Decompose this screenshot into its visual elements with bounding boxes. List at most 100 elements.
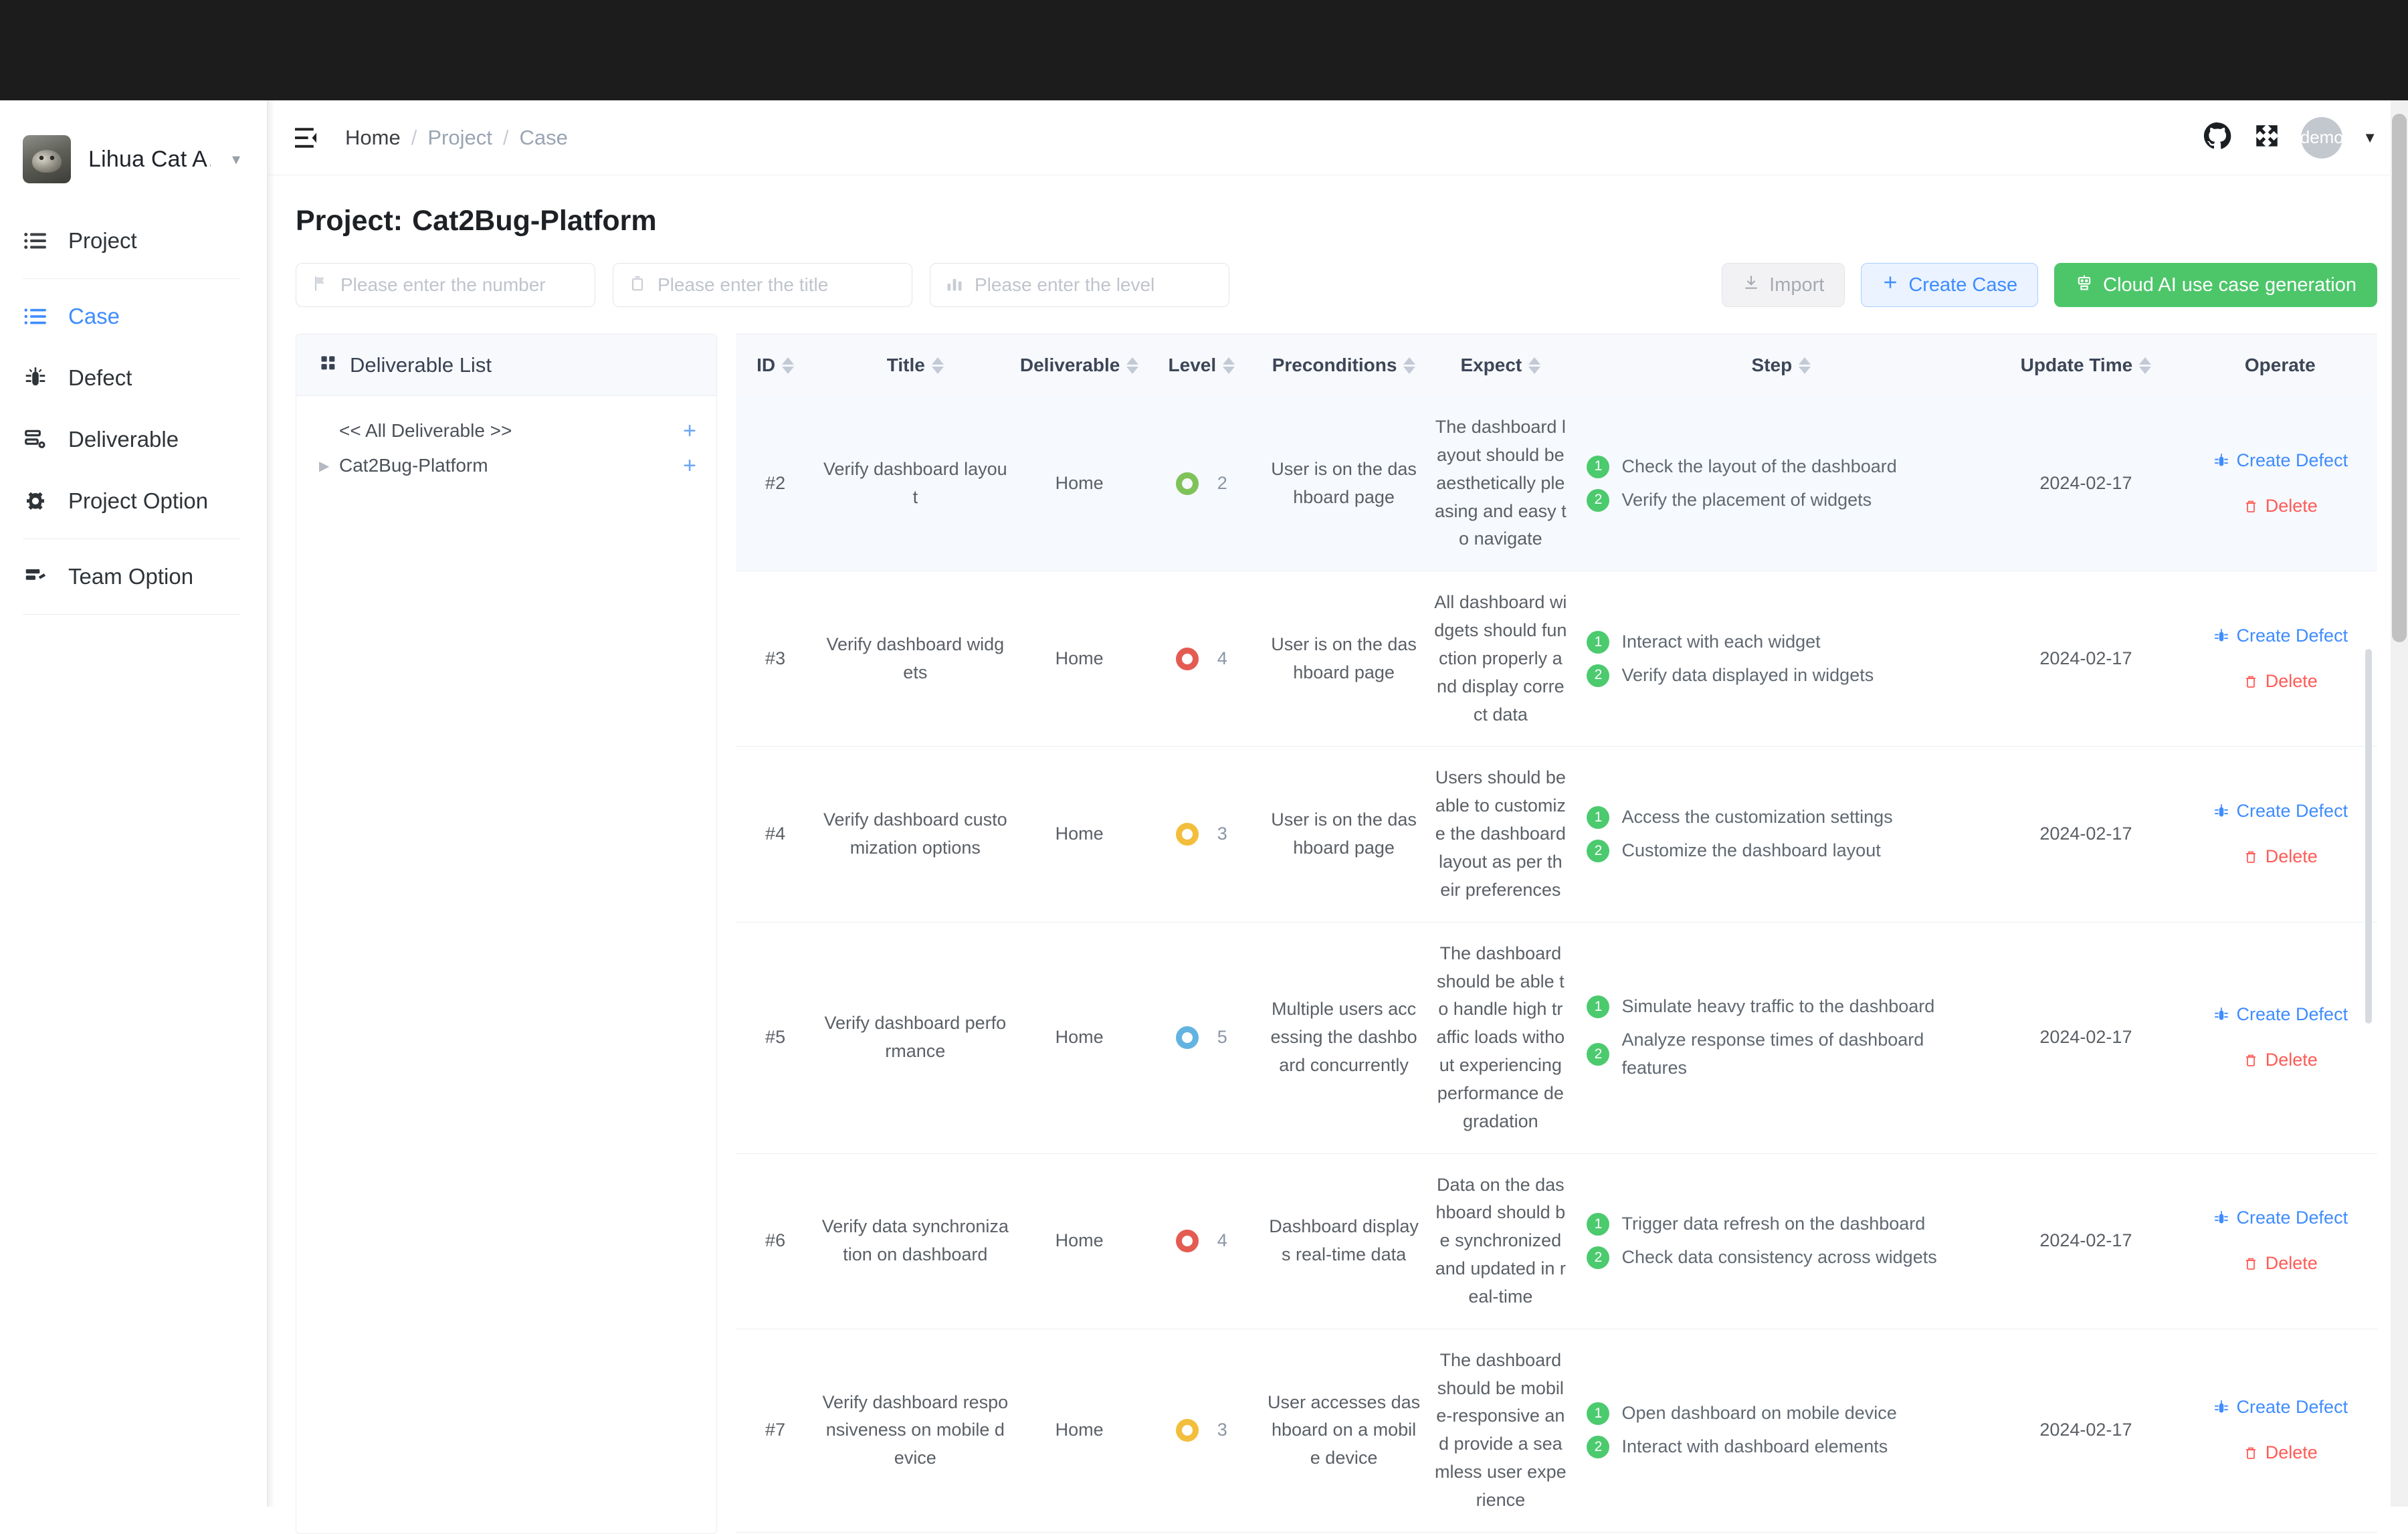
case-id: #3 <box>765 648 786 668</box>
sort-icon[interactable] <box>1403 357 1416 374</box>
create-defect-link[interactable]: Create Defect <box>2213 1001 2348 1029</box>
filter-level-field[interactable]: Please enter the level <box>930 263 1229 307</box>
table-row[interactable]: #6 Verify data synchronization on dashboa… <box>736 1153 2377 1329</box>
cell-update-time: 2024-02-17 <box>1989 1329 2183 1533</box>
breadcrumb-case[interactable]: Case <box>519 126 567 150</box>
table-row[interactable]: #5 Verify dashboard performance Home 5 Multi… <box>736 922 2377 1154</box>
table-header-row: ID Title Deliverable Level Preconditions… <box>736 334 2377 396</box>
collapse-menu-icon[interactable] <box>293 126 321 150</box>
deliverable-list-title: Deliverable List <box>350 353 492 377</box>
caret-right-icon[interactable]: ▶ <box>319 458 334 474</box>
step-item: 1 Interact with each widget <box>1587 628 1982 656</box>
table-row[interactable]: #7 Verify dashboard responsiveness on mob… <box>736 1329 2377 1533</box>
deliverable-item-all[interactable]: << All Deliverable >> + <box>296 413 716 448</box>
deliverable-item-label: << All Deliverable >> <box>339 420 512 441</box>
delete-link[interactable]: Delete <box>2243 1046 2318 1074</box>
deliverable-item-cat2bug-platform[interactable]: ▶ Cat2Bug-Platform + <box>296 448 716 483</box>
step-number-badge: 2 <box>1587 664 1610 687</box>
filter-number-field[interactable]: Please enter the number <box>296 263 595 307</box>
github-icon[interactable] <box>2202 120 2233 155</box>
chevron-down-icon[interactable]: ▾ <box>232 150 240 169</box>
case-table-container: ID Title Deliverable Level Preconditions… <box>736 334 2377 1533</box>
delete-link[interactable]: Delete <box>2243 1250 2318 1278</box>
cell-title: Verify dashboard performance <box>815 922 1016 1154</box>
level-value: 3 <box>1217 824 1227 844</box>
create-defect-link[interactable]: Create Defect <box>2213 797 2348 826</box>
step-number-badge: 1 <box>1587 630 1610 654</box>
level-ring-icon <box>1175 647 1199 670</box>
delete-link[interactable]: Delete <box>2243 1439 2318 1467</box>
sidebar-divider-1 <box>23 278 240 279</box>
case-id: #2 <box>765 472 786 493</box>
column-header-id[interactable]: ID <box>736 334 815 396</box>
create-defect-link[interactable]: Create Defect <box>2213 1394 2348 1422</box>
step-number-badge: 1 <box>1587 1402 1610 1426</box>
column-header-step[interactable]: Step <box>1573 334 1989 396</box>
level-value: 4 <box>1217 648 1227 668</box>
sidebar-item-defect[interactable]: Defect <box>0 347 267 409</box>
case-update-time: 2024-02-17 <box>2039 824 2132 844</box>
column-header-expect[interactable]: Expect <box>1427 334 1574 396</box>
sort-icon[interactable] <box>1126 357 1139 374</box>
case-expect: The dashboard should be mobile-responsiv… <box>1435 1349 1567 1510</box>
create-defect-link[interactable]: Create Defect <box>2213 447 2348 475</box>
column-label: Step <box>1751 355 1793 375</box>
step-number-badge: 2 <box>1587 1246 1610 1270</box>
table-row[interactable]: #3 Verify dashboard widgets Home 4 User is o… <box>736 571 2377 747</box>
sidebar-item-deliverable[interactable]: Deliverable <box>0 409 267 470</box>
sort-icon[interactable] <box>931 357 944 374</box>
cell-deliverable: Home <box>1015 571 1143 747</box>
caret-down-icon[interactable]: ▼ <box>2363 129 2377 147</box>
cell-title: Verify dashboard customization options <box>815 746 1016 923</box>
create-defect-link[interactable]: Create Defect <box>2213 622 2348 650</box>
case-preconditions: User is on the dashboard page <box>1271 634 1417 682</box>
delete-link[interactable]: Delete <box>2243 492 2318 520</box>
import-button[interactable]: Import <box>1722 263 1845 307</box>
step-text: Customize the dashboard layout <box>1621 840 1881 861</box>
breadcrumb-project[interactable]: Project <box>427 126 492 150</box>
cell-level: 5 <box>1142 922 1260 1154</box>
table-row[interactable]: #4 Verify dashboard customization options… <box>736 746 2377 923</box>
add-deliverable-icon[interactable]: + <box>683 454 696 477</box>
level-ring-icon <box>1175 1230 1199 1253</box>
sidebar-item-project[interactable]: Project <box>0 210 267 272</box>
sidebar-item-project-option[interactable]: Project Option <box>0 470 267 532</box>
sort-icon[interactable] <box>1528 357 1541 374</box>
sort-icon[interactable] <box>782 357 795 374</box>
breadcrumb-home[interactable]: Home <box>345 126 401 150</box>
column-header-operate: Operate <box>2183 334 2377 396</box>
sidebar-item-case[interactable]: Case <box>0 286 267 347</box>
column-header-title[interactable]: Title <box>815 334 1016 396</box>
column-header-deliverable[interactable]: Deliverable <box>1015 334 1143 396</box>
column-header-update-time[interactable]: Update Time <box>1989 334 2183 396</box>
org-switcher[interactable]: Lihua Cat A… ▾ <box>0 100 267 210</box>
top-bar: Home / Project / Case demo ▼ <box>268 100 2408 175</box>
fullscreen-icon[interactable] <box>2253 122 2281 153</box>
browser-chrome-bar <box>0 0 2408 100</box>
sort-icon[interactable] <box>1223 357 1235 374</box>
level-ring-icon <box>1175 1026 1199 1050</box>
delete-link[interactable]: Delete <box>2243 843 2318 871</box>
action-buttons: Import Create Case Cloud AI use case gen… <box>1722 263 2377 307</box>
step-text: Trigger data refresh on the dashboard <box>1621 1214 1926 1234</box>
create-defect-link[interactable]: Create Defect <box>2213 1204 2348 1232</box>
delete-link[interactable]: Delete <box>2243 668 2318 696</box>
case-title: Verify data synchronization on dashboard <box>821 1216 1009 1265</box>
table-inner-scrollbar[interactable] <box>2365 649 2372 1024</box>
cloud-ai-generation-button[interactable]: Cloud AI use case generation <box>2054 263 2377 307</box>
cell-update-time: 2024-02-17 <box>1989 746 2183 923</box>
add-deliverable-icon[interactable]: + <box>683 419 696 442</box>
avatar[interactable]: demo <box>2301 116 2343 159</box>
table-row[interactable]: #2 Verify dashboard layout Home 2 User is on… <box>736 396 2377 572</box>
sort-icon[interactable] <box>2139 357 2152 374</box>
column-header-preconditions[interactable]: Preconditions <box>1260 334 1428 396</box>
cell-operate: Create Defect Delete <box>2183 922 2377 1154</box>
create-case-button[interactable]: Create Case <box>1861 263 2039 307</box>
sidebar-item-team-option[interactable]: Team Option <box>0 546 267 607</box>
level-value: 5 <box>1217 1027 1227 1048</box>
sort-icon[interactable] <box>1799 357 1811 374</box>
column-label: Level <box>1168 355 1217 375</box>
column-header-level[interactable]: Level <box>1142 334 1260 396</box>
page-scrollbar-thumb[interactable] <box>2392 114 2407 642</box>
filter-title-field[interactable]: Please enter the title <box>613 263 912 307</box>
